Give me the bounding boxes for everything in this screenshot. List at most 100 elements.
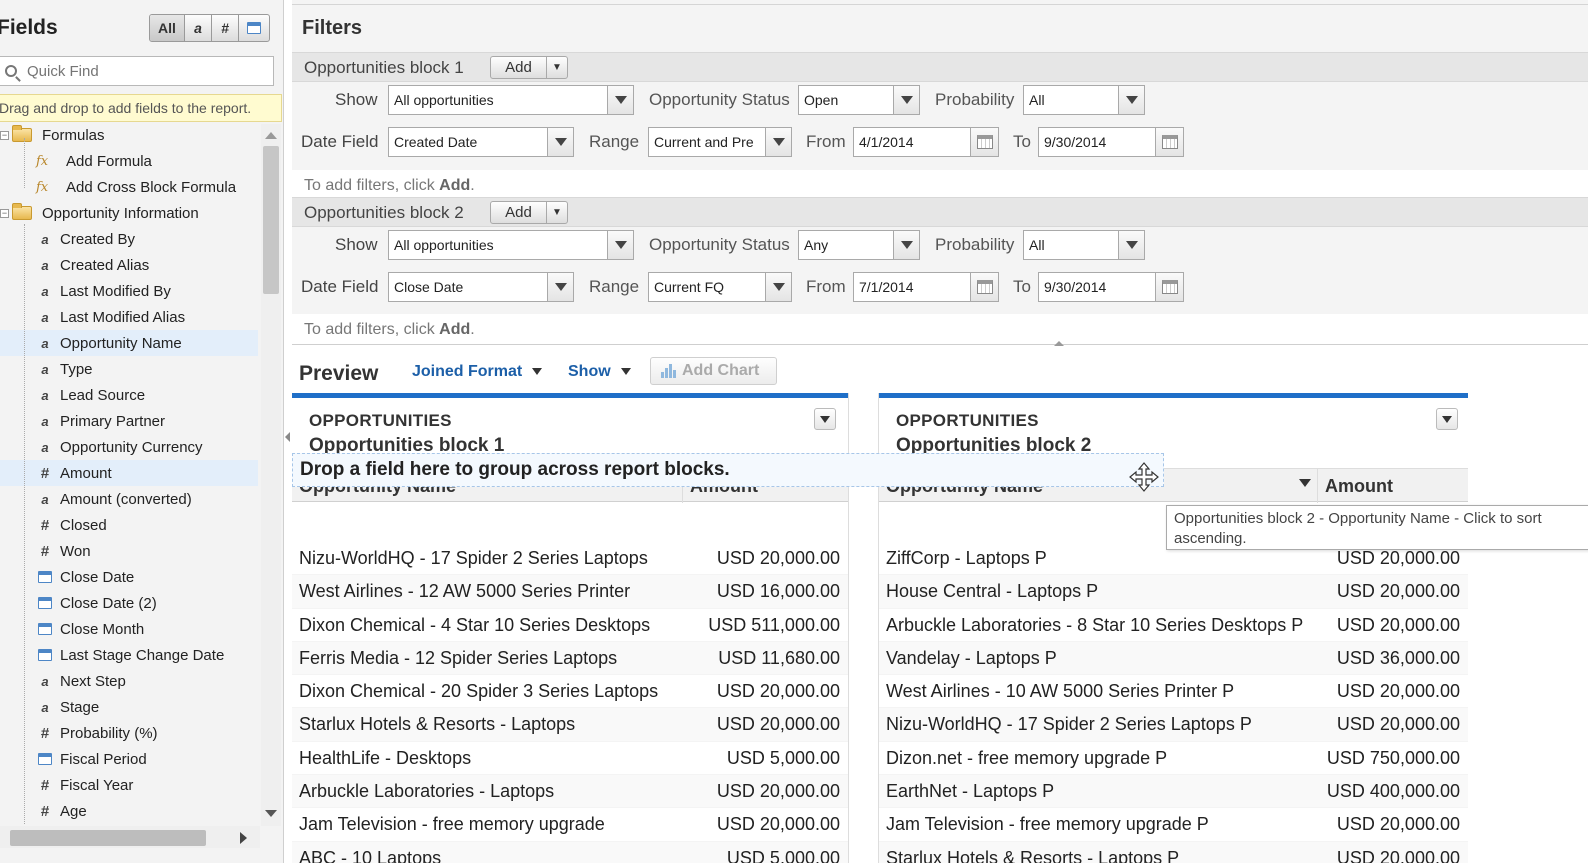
calendar-icon[interactable] xyxy=(970,273,998,301)
tree-horizontal-scrollbar[interactable] xyxy=(0,826,260,848)
range-select[interactable]: Current FQ xyxy=(648,272,792,302)
tree-item[interactable]: a Next Step xyxy=(0,668,258,694)
chevron-down-icon[interactable] xyxy=(547,128,573,156)
resize-handle[interactable] xyxy=(1054,341,1064,347)
chevron-down-icon[interactable] xyxy=(765,273,791,301)
add-filter-hint-link[interactable]: Add xyxy=(439,321,470,338)
tree-item[interactable]: a Stage xyxy=(0,694,258,720)
calendar-icon[interactable] xyxy=(1155,128,1183,156)
tree-item[interactable]: − Opportunity Information xyxy=(0,200,258,226)
tree-item[interactable]: a Created Alias xyxy=(0,252,258,278)
chevron-down-icon[interactable] xyxy=(547,273,573,301)
quick-find-input[interactable] xyxy=(27,62,257,80)
amount-cell: USD 11,680.00 xyxy=(718,647,840,668)
tree-item[interactable]: a Created By xyxy=(0,226,258,252)
chevron-down-icon[interactable] xyxy=(1118,231,1144,259)
add-chart-button[interactable]: Add Chart xyxy=(650,357,777,385)
tree-item[interactable]: # Closed xyxy=(0,512,258,538)
block-type: OPPORTUNITIES xyxy=(896,411,1039,430)
filter-all-button[interactable]: All xyxy=(150,15,185,41)
probability-select[interactable]: All xyxy=(1023,230,1145,260)
collapse-toggle-icon[interactable]: − xyxy=(0,130,9,140)
tree-item[interactable]: fx Add Cross Block Formula xyxy=(0,174,258,200)
tree-item[interactable]: # Amount xyxy=(0,460,258,486)
text-field-icon: a xyxy=(41,491,49,507)
to-date-input[interactable]: 9/30/2014 xyxy=(1038,127,1184,157)
joined-format-dropdown[interactable]: Joined Format xyxy=(412,363,543,381)
opportunity-status-select[interactable]: Open xyxy=(798,85,920,115)
tree-item[interactable]: # Probability (%) xyxy=(0,720,258,746)
scroll-thumb[interactable] xyxy=(263,146,279,294)
opportunity-status-select[interactable]: Any xyxy=(798,230,920,260)
chevron-down-icon[interactable] xyxy=(893,231,919,259)
filter-number-button[interactable]: # xyxy=(212,15,239,41)
probability-select[interactable]: All xyxy=(1023,85,1145,115)
tree-item[interactable]: a Opportunity Name xyxy=(0,330,258,356)
sort-dropdown-icon[interactable] xyxy=(1299,479,1311,487)
calendar-icon[interactable] xyxy=(1155,273,1183,301)
column-header-amount[interactable]: Amount xyxy=(1318,469,1468,503)
tree-item[interactable]: a Lead Source xyxy=(0,382,258,408)
tree-item[interactable]: − Formulas xyxy=(0,124,258,148)
tree-item[interactable]: Close Date (2) xyxy=(0,590,258,616)
opportunity-name-cell: HealthLife - Desktops xyxy=(299,747,472,768)
tree-item[interactable]: # Age xyxy=(0,798,258,824)
tree-item[interactable]: a Opportunity Currency xyxy=(0,434,258,460)
to-date-input[interactable]: 9/30/2014 xyxy=(1038,272,1184,302)
tree-item[interactable]: a Type xyxy=(0,356,258,382)
add-filter-button[interactable]: Add ▼ xyxy=(490,56,568,79)
hscroll-thumb[interactable] xyxy=(10,830,206,846)
show-dropdown[interactable]: Show xyxy=(568,363,631,381)
tree-item[interactable]: Close Month xyxy=(0,616,258,642)
group-drop-zone[interactable]: Drop a field here to group across report… xyxy=(292,453,1164,487)
show-select[interactable]: All opportunities xyxy=(388,230,634,260)
chevron-down-icon[interactable] xyxy=(607,231,633,259)
add-filter-button[interactable]: Add ▼ xyxy=(490,201,568,224)
tree-item[interactable]: # Fiscal Year xyxy=(0,772,258,798)
tree-item[interactable]: fx Add Formula xyxy=(0,148,258,174)
tree-item[interactable]: a Primary Partner xyxy=(0,408,258,434)
tree-item-label: Close Date xyxy=(60,568,135,586)
number-field-icon: # xyxy=(40,724,50,742)
filter-date-button[interactable] xyxy=(239,15,269,41)
chevron-down-icon xyxy=(620,368,631,376)
from-label: From xyxy=(806,132,846,151)
collapse-toggle-icon[interactable]: − xyxy=(0,208,9,218)
filter-row-show: Show All opportunities Opportunity Statu… xyxy=(292,80,1588,122)
tree-item[interactable]: # Won xyxy=(0,538,258,564)
chevron-down-icon[interactable] xyxy=(765,128,791,156)
tree-item[interactable]: a Amount (converted) xyxy=(0,486,258,512)
date-field-select[interactable]: Created Date xyxy=(388,127,574,157)
scroll-up-arrow-icon[interactable] xyxy=(265,132,277,139)
opportunity-name-cell: House Central - Laptops P xyxy=(886,581,1099,602)
number-field-icon: # xyxy=(40,542,50,560)
calendar-icon[interactable] xyxy=(970,128,998,156)
tree-item-label: Age xyxy=(60,802,87,820)
scroll-right-arrow-icon[interactable] xyxy=(240,832,247,844)
block-menu-button[interactable] xyxy=(1436,408,1458,430)
from-date-input[interactable]: 7/1/2014 xyxy=(853,272,999,302)
tree-item[interactable]: a Last Modified Alias xyxy=(0,304,258,330)
panel-collapse-handle[interactable] xyxy=(284,428,292,448)
block-menu-button[interactable] xyxy=(814,408,836,430)
chevron-down-icon[interactable] xyxy=(893,86,919,114)
add-filter-hint-link[interactable]: Add xyxy=(439,177,470,194)
from-date-input[interactable]: 4/1/2014 xyxy=(853,127,999,157)
tree-item[interactable]: Close Date xyxy=(0,564,258,590)
tree-item[interactable]: a Last Modified By xyxy=(0,278,258,304)
range-select[interactable]: Current and Pre xyxy=(648,127,792,157)
tree-item[interactable]: Last Stage Change Date xyxy=(0,642,258,668)
chevron-down-icon[interactable]: ▼ xyxy=(547,57,567,78)
chevron-down-icon[interactable] xyxy=(607,86,633,114)
add-filter-label[interactable]: Add xyxy=(491,202,547,223)
tree-vertical-scrollbar[interactable] xyxy=(261,124,281,826)
show-select[interactable]: All opportunities xyxy=(388,85,634,115)
chevron-down-icon[interactable]: ▼ xyxy=(547,202,567,223)
tree-item[interactable]: Fiscal Period xyxy=(0,746,258,772)
add-filter-label[interactable]: Add xyxy=(491,57,547,78)
filter-text-button[interactable]: a xyxy=(185,15,212,41)
chevron-down-icon[interactable] xyxy=(1118,86,1144,114)
date-field-select[interactable]: Close Date xyxy=(388,272,574,302)
scroll-down-arrow-icon[interactable] xyxy=(265,810,277,817)
table-row: Nizu-WorldHQ - 17 Spider 2 Series Laptop… xyxy=(292,542,848,576)
